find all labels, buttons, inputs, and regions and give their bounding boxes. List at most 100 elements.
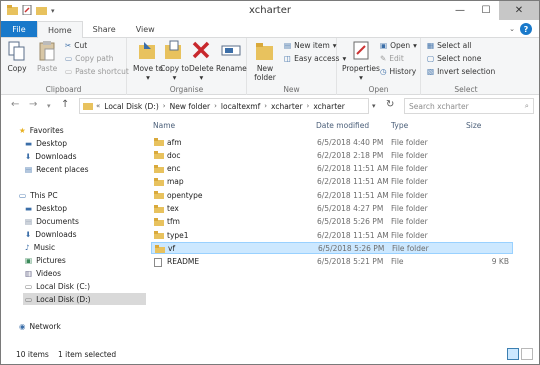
drive-icon: ▭ <box>25 281 33 291</box>
column-header-date[interactable]: Date modified <box>316 121 369 130</box>
breadcrumb-separator[interactable]: › <box>214 102 217 110</box>
file-row[interactable]: map 6/2/2018 11:51 AM File folder <box>151 176 513 188</box>
tab-view[interactable]: View <box>126 21 165 37</box>
file-row[interactable]: README 6/5/2018 5:21 PM File 9 KB <box>151 256 513 268</box>
nav-pc-videos[interactable]: ▥ Videos <box>25 267 61 279</box>
up-arrow-icon[interactable]: ↑ <box>61 99 69 110</box>
file-date: 6/2/2018 11:51 AM <box>317 164 389 174</box>
copy-button[interactable]: Copy <box>7 40 27 73</box>
cut-button[interactable]: ✂ Cut <box>65 41 87 50</box>
file-row[interactable]: enc 6/2/2018 11:51 AM File folder <box>151 163 513 175</box>
nav-pc-pictures[interactable]: ▣ Pictures <box>25 254 66 266</box>
ribbon-collapse-icon[interactable]: ⌄ <box>509 25 515 33</box>
new-item-button[interactable]: ▤ New item ▾ <box>284 41 337 50</box>
breadcrumb-xcharter-current[interactable]: xcharter <box>313 102 345 111</box>
back-arrow-icon[interactable]: ← <box>11 99 19 110</box>
address-dropdown-icon[interactable]: ▾ <box>372 102 376 110</box>
file-icon <box>154 257 162 269</box>
paste-shortcut-button[interactable]: ▭ Paste shortcut <box>65 67 129 76</box>
file-list: Name Date modified Type Size afm 6/5/2018… <box>151 117 539 345</box>
refresh-icon[interactable]: ↻ <box>386 99 394 110</box>
open-button[interactable]: ▣ Open ▾ <box>380 41 417 50</box>
breadcrumb-separator[interactable]: › <box>307 102 310 110</box>
paste-button[interactable]: Paste <box>37 40 57 73</box>
nav-fav-desktop[interactable]: ▬ Desktop <box>25 137 67 149</box>
copy-path-icon: ▭ <box>65 54 73 63</box>
file-date: 6/2/2018 11:51 AM <box>317 190 389 200</box>
file-name: opentype <box>167 190 203 200</box>
select-none-button[interactable]: ▢ Select none <box>427 54 481 63</box>
file-type: File <box>391 257 404 267</box>
maximize-button[interactable]: ☐ <box>473 1 499 20</box>
breadcrumb-xcharter[interactable]: xcharter <box>271 102 303 111</box>
nav-favorites[interactable]: ★ Favorites <box>19 124 64 136</box>
delete-button[interactable]: Delete ▾ <box>189 40 214 82</box>
column-header-name[interactable]: Name <box>153 121 175 130</box>
minimize-button[interactable]: — <box>447 1 473 20</box>
file-row[interactable]: vf 6/5/2018 5:26 PM File folder <box>151 242 513 255</box>
nav-pc-local-disk-d[interactable]: ▭ Local Disk (D:) <box>23 293 146 305</box>
status-bar: 10 items 1 item selected <box>1 345 539 364</box>
group-clipboard: Copy Paste ✂ Cut ▭ Copy path ▭ Paste shortc… <box>1 38 129 95</box>
file-row[interactable]: type1 6/2/2018 11:51 AM File folder <box>151 229 513 241</box>
file-row[interactable]: tex 6/5/2018 4:27 PM File folder <box>151 203 513 215</box>
address-bar[interactable]: « Local Disk (D:) › New folder › localtexm… <box>79 98 369 114</box>
edit-button[interactable]: ✎ Edit <box>380 54 404 63</box>
file-name: vf <box>168 243 176 253</box>
desktop-icon: ▬ <box>25 203 33 213</box>
folder-icon <box>154 164 164 175</box>
nav-network[interactable]: ◉ Network <box>19 320 61 332</box>
nav-pc-downloads[interactable]: ⬇ Downloads <box>25 228 77 240</box>
select-all-button[interactable]: ▦ Select all <box>427 41 471 50</box>
nav-pc-documents[interactable]: ▤ Documents <box>25 215 79 227</box>
breadcrumb-separator[interactable]: › <box>264 102 267 110</box>
nav-pc-music[interactable]: ♪ Music <box>25 241 55 253</box>
nav-pc-desktop[interactable]: ▬ Desktop <box>25 202 67 214</box>
file-row[interactable]: doc 6/2/2018 2:18 PM File folder <box>151 149 513 161</box>
column-header-size[interactable]: Size <box>466 121 481 130</box>
item-count: 10 items <box>16 350 49 359</box>
breadcrumb-separator[interactable]: › <box>163 102 166 110</box>
downloads-icon: ⬇ <box>25 151 32 161</box>
nav-fav-recent-places[interactable]: ▤ Recent places <box>25 163 88 175</box>
breadcrumb-overflow-icon[interactable]: « <box>96 102 100 110</box>
file-row[interactable]: opentype 6/2/2018 11:51 AM File folder <box>151 189 513 201</box>
new-folder-button[interactable]: New folder <box>252 40 278 82</box>
clipboard-group-label: Clipboard <box>45 85 82 94</box>
invert-selection-button[interactable]: ▧ Invert selection <box>427 67 495 76</box>
file-row[interactable]: afm 6/5/2018 4:40 PM File folder <box>151 136 513 148</box>
documents-icon: ▤ <box>25 216 33 226</box>
large-icons-view-icon[interactable] <box>521 348 533 360</box>
title-bar: ▾ xcharter — ☐ ✕ <box>1 1 539 22</box>
tab-home[interactable]: Home <box>37 21 83 38</box>
copy-path-button[interactable]: ▭ Copy path <box>65 54 114 63</box>
file-size: 9 KB <box>491 257 509 267</box>
new-group-label: New <box>283 85 300 94</box>
close-button[interactable]: ✕ <box>499 1 539 20</box>
recent-locations-icon[interactable]: ▾ <box>47 102 51 110</box>
rename-button[interactable]: Rename <box>216 40 247 73</box>
breadcrumb-local-disk-d[interactable]: Local Disk (D:) <box>104 102 158 111</box>
move-to-button[interactable]: Move to ▾ <box>133 40 163 82</box>
breadcrumb-new-folder[interactable]: New folder <box>170 102 211 111</box>
breadcrumb-localtexmf[interactable]: localtexmf <box>221 102 260 111</box>
tab-file[interactable]: File <box>1 21 37 37</box>
properties-button[interactable]: Properties ▾ <box>342 40 380 82</box>
nav-pc-local-disk-c[interactable]: ▭ Local Disk (C:) <box>25 280 90 292</box>
pictures-icon: ▣ <box>25 255 33 265</box>
search-box[interactable]: Search xcharter ⌕ <box>404 98 534 114</box>
column-header-type[interactable]: Type <box>391 121 408 130</box>
copy-to-button[interactable]: Copy to ▾ <box>160 40 189 82</box>
file-name: afm <box>167 137 182 147</box>
nav-this-pc[interactable]: ▭ This PC <box>19 189 58 201</box>
folder-icon <box>154 191 164 201</box>
help-icon[interactable]: ? <box>520 23 532 35</box>
nav-fav-downloads[interactable]: ⬇ Downloads <box>25 150 77 162</box>
details-view-icon[interactable] <box>507 348 519 360</box>
history-button[interactable]: ◷ History <box>380 67 416 76</box>
file-row[interactable]: tfm 6/5/2018 5:26 PM File folder <box>151 216 513 228</box>
tab-share[interactable]: Share <box>83 21 126 37</box>
move-to-icon <box>139 42 156 59</box>
paste-icon <box>39 41 55 61</box>
forward-arrow-icon[interactable]: → <box>29 99 37 110</box>
